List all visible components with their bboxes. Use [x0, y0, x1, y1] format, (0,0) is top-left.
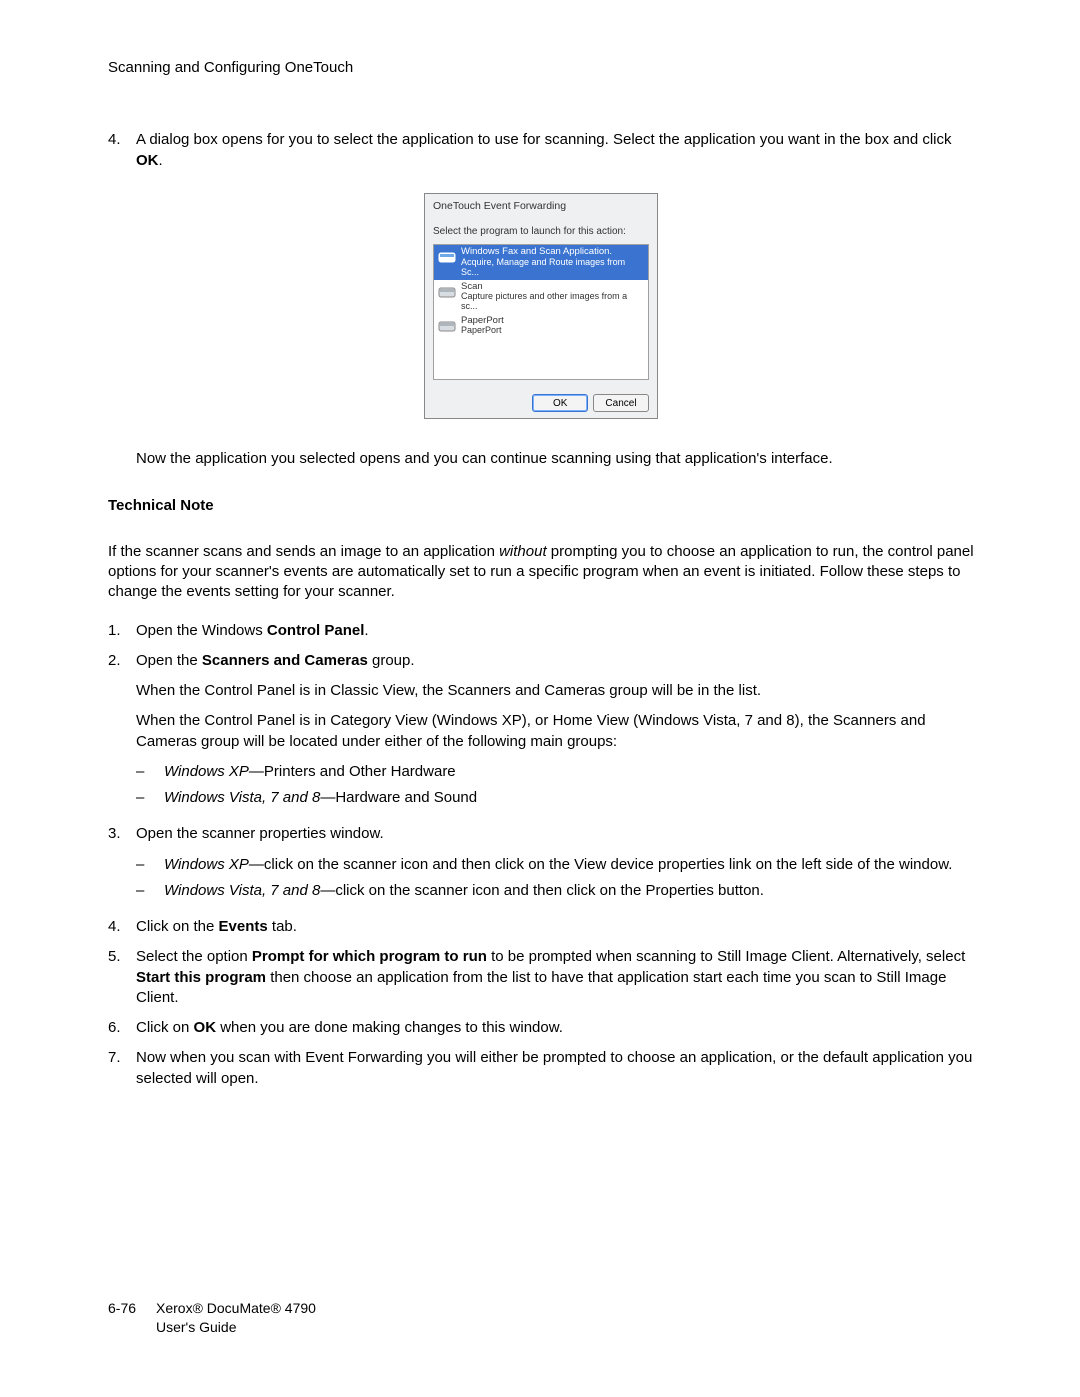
- step-4b: 4. Click on the Events tab.: [136, 917, 974, 937]
- scanner-icon: [437, 282, 457, 302]
- step-content: Select the option Prompt for which progr…: [136, 947, 974, 1008]
- event-forwarding-dialog: OneTouch Event Forwarding Select the pro…: [424, 193, 658, 420]
- dash: –: [136, 762, 164, 782]
- dialog-button-row: OK Cancel: [425, 380, 657, 418]
- step-number: 5.: [108, 947, 136, 1008]
- text: Open the Windows: [136, 622, 267, 639]
- dash-item: –Windows XP—Printers and Other Hardware: [136, 762, 974, 782]
- text: —Hardware and Sound: [320, 789, 477, 806]
- step-text: A dialog box opens for you to select the…: [136, 130, 974, 171]
- document-page: Scanning and Configuring OneTouch 4. A d…: [0, 0, 1080, 1397]
- item-text: Scan Capture pictures and other images f…: [461, 282, 645, 312]
- italic-text: Windows Vista, 7 and 8: [164, 882, 320, 899]
- text: A dialog box opens for you to select the…: [136, 131, 952, 148]
- item-text: PaperPort PaperPort: [461, 316, 504, 336]
- step-content: Open the scanner properties window. –Win…: [136, 824, 974, 907]
- steps-list: 1. Open the Windows Control Panel. 2. Op…: [108, 621, 974, 1089]
- item-sub: Acquire, Manage and Route images from Sc…: [461, 258, 645, 278]
- step-content: Open the Windows Control Panel.: [136, 621, 974, 641]
- italic-text: Windows Vista, 7 and 8: [164, 789, 320, 806]
- step-number: 6.: [108, 1018, 136, 1038]
- dialog-prompt: Select the program to launch for this ac…: [425, 223, 657, 243]
- footer-line-2: User's Guide: [156, 1319, 236, 1335]
- dash-item: –Windows Vista, 7 and 8—click on the sca…: [136, 881, 974, 901]
- program-listbox[interactable]: Windows Fax and Scan Application. Acquir…: [433, 244, 649, 380]
- scanner-icon: [437, 247, 457, 267]
- cancel-button[interactable]: Cancel: [593, 394, 649, 412]
- text: If the scanner scans and sends an image …: [108, 543, 499, 560]
- text: Open the: [136, 652, 202, 669]
- step-number: 4.: [108, 130, 136, 171]
- step-number: 3.: [108, 824, 136, 907]
- dash-list: –Windows XP—Printers and Other Hardware …: [136, 762, 974, 809]
- scanner-icon: [437, 316, 457, 336]
- step-7: 7. Now when you scan with Event Forwardi…: [136, 1048, 974, 1089]
- text: .: [364, 622, 368, 639]
- step-content: Click on OK when you are done making cha…: [136, 1018, 974, 1038]
- italic-text: without: [499, 543, 547, 560]
- page-number: 6-76: [108, 1299, 156, 1318]
- text: —Printers and Other Hardware: [249, 763, 456, 780]
- step-number: 4.: [108, 917, 136, 937]
- step-1: 1. Open the Windows Control Panel.: [136, 621, 974, 641]
- text: —click on the scanner icon and then clic…: [320, 882, 764, 899]
- step-number: 2.: [108, 651, 136, 815]
- bold-text: Events: [219, 918, 268, 935]
- bold-text: Start this program: [136, 969, 266, 986]
- bold-text: Control Panel: [267, 622, 365, 639]
- step-2: 2. Open the Scanners and Cameras group. …: [136, 651, 974, 815]
- dash-text: Windows XP—click on the scanner icon and…: [164, 855, 974, 875]
- technical-note-heading: Technical Note: [108, 496, 974, 516]
- sub-paragraph: When the Control Panel is in Category Vi…: [136, 711, 974, 752]
- step-content: Click on the Events tab.: [136, 917, 974, 937]
- dash-item: –Windows XP—click on the scanner icon an…: [136, 855, 974, 875]
- step-3: 3. Open the scanner properties window. –…: [136, 824, 974, 907]
- list-item[interactable]: Scan Capture pictures and other images f…: [434, 280, 648, 314]
- dash: –: [136, 788, 164, 808]
- step-number: 7.: [108, 1048, 136, 1089]
- list-item[interactable]: Windows Fax and Scan Application. Acquir…: [434, 245, 648, 279]
- text: to be prompted when scanning to Still Im…: [487, 948, 965, 965]
- step-4: 4. A dialog box opens for you to select …: [108, 130, 974, 171]
- item-sub: Capture pictures and other images from a…: [461, 292, 645, 312]
- italic-text: Windows XP: [164, 856, 249, 873]
- item-sub: PaperPort: [461, 326, 504, 336]
- page-footer: 6-76Xerox® DocuMate® 4790 User's Guide: [108, 1299, 316, 1337]
- paragraph: Now the application you selected opens a…: [136, 449, 974, 469]
- sub-paragraph: When the Control Panel is in Classic Vie…: [136, 681, 974, 701]
- bold-text: OK: [194, 1019, 217, 1036]
- text: tab.: [268, 918, 297, 935]
- dash-item: –Windows Vista, 7 and 8—Hardware and Sou…: [136, 788, 974, 808]
- page-header: Scanning and Configuring OneTouch: [108, 58, 974, 78]
- dash-text: Windows XP—Printers and Other Hardware: [164, 762, 974, 782]
- item-text: Windows Fax and Scan Application. Acquir…: [461, 247, 645, 277]
- bold-text: Scanners and Cameras: [202, 652, 368, 669]
- text: Click on the: [136, 918, 219, 935]
- dash: –: [136, 855, 164, 875]
- step-content: Open the Scanners and Cameras group. Whe…: [136, 651, 974, 815]
- text: Click on: [136, 1019, 194, 1036]
- step-6: 6. Click on OK when you are done making …: [136, 1018, 974, 1038]
- footer-line-1: Xerox® DocuMate® 4790: [156, 1300, 316, 1316]
- text: —click on the scanner icon and then clic…: [249, 856, 952, 873]
- text: Select the option: [136, 948, 252, 965]
- text: when you are done making changes to this…: [216, 1019, 563, 1036]
- text: group.: [368, 652, 415, 669]
- italic-text: Windows XP: [164, 763, 249, 780]
- list-item[interactable]: PaperPort PaperPort: [434, 314, 648, 338]
- bold-text: OK: [136, 152, 159, 169]
- dash: –: [136, 881, 164, 901]
- dialog-title: OneTouch Event Forwarding: [425, 194, 657, 223]
- text: .: [159, 152, 163, 169]
- step-content: Now when you scan with Event Forwarding …: [136, 1048, 974, 1089]
- dash-list: –Windows XP—click on the scanner icon an…: [136, 855, 974, 902]
- step-5: 5. Select the option Prompt for which pr…: [136, 947, 974, 1008]
- bold-text: Prompt for which program to run: [252, 948, 487, 965]
- paragraph: If the scanner scans and sends an image …: [108, 542, 974, 603]
- dash-text: Windows Vista, 7 and 8—Hardware and Soun…: [164, 788, 974, 808]
- ok-button[interactable]: OK: [532, 394, 588, 412]
- dash-text: Windows Vista, 7 and 8—click on the scan…: [164, 881, 974, 901]
- text: Open the scanner properties window.: [136, 825, 384, 842]
- step-number: 1.: [108, 621, 136, 641]
